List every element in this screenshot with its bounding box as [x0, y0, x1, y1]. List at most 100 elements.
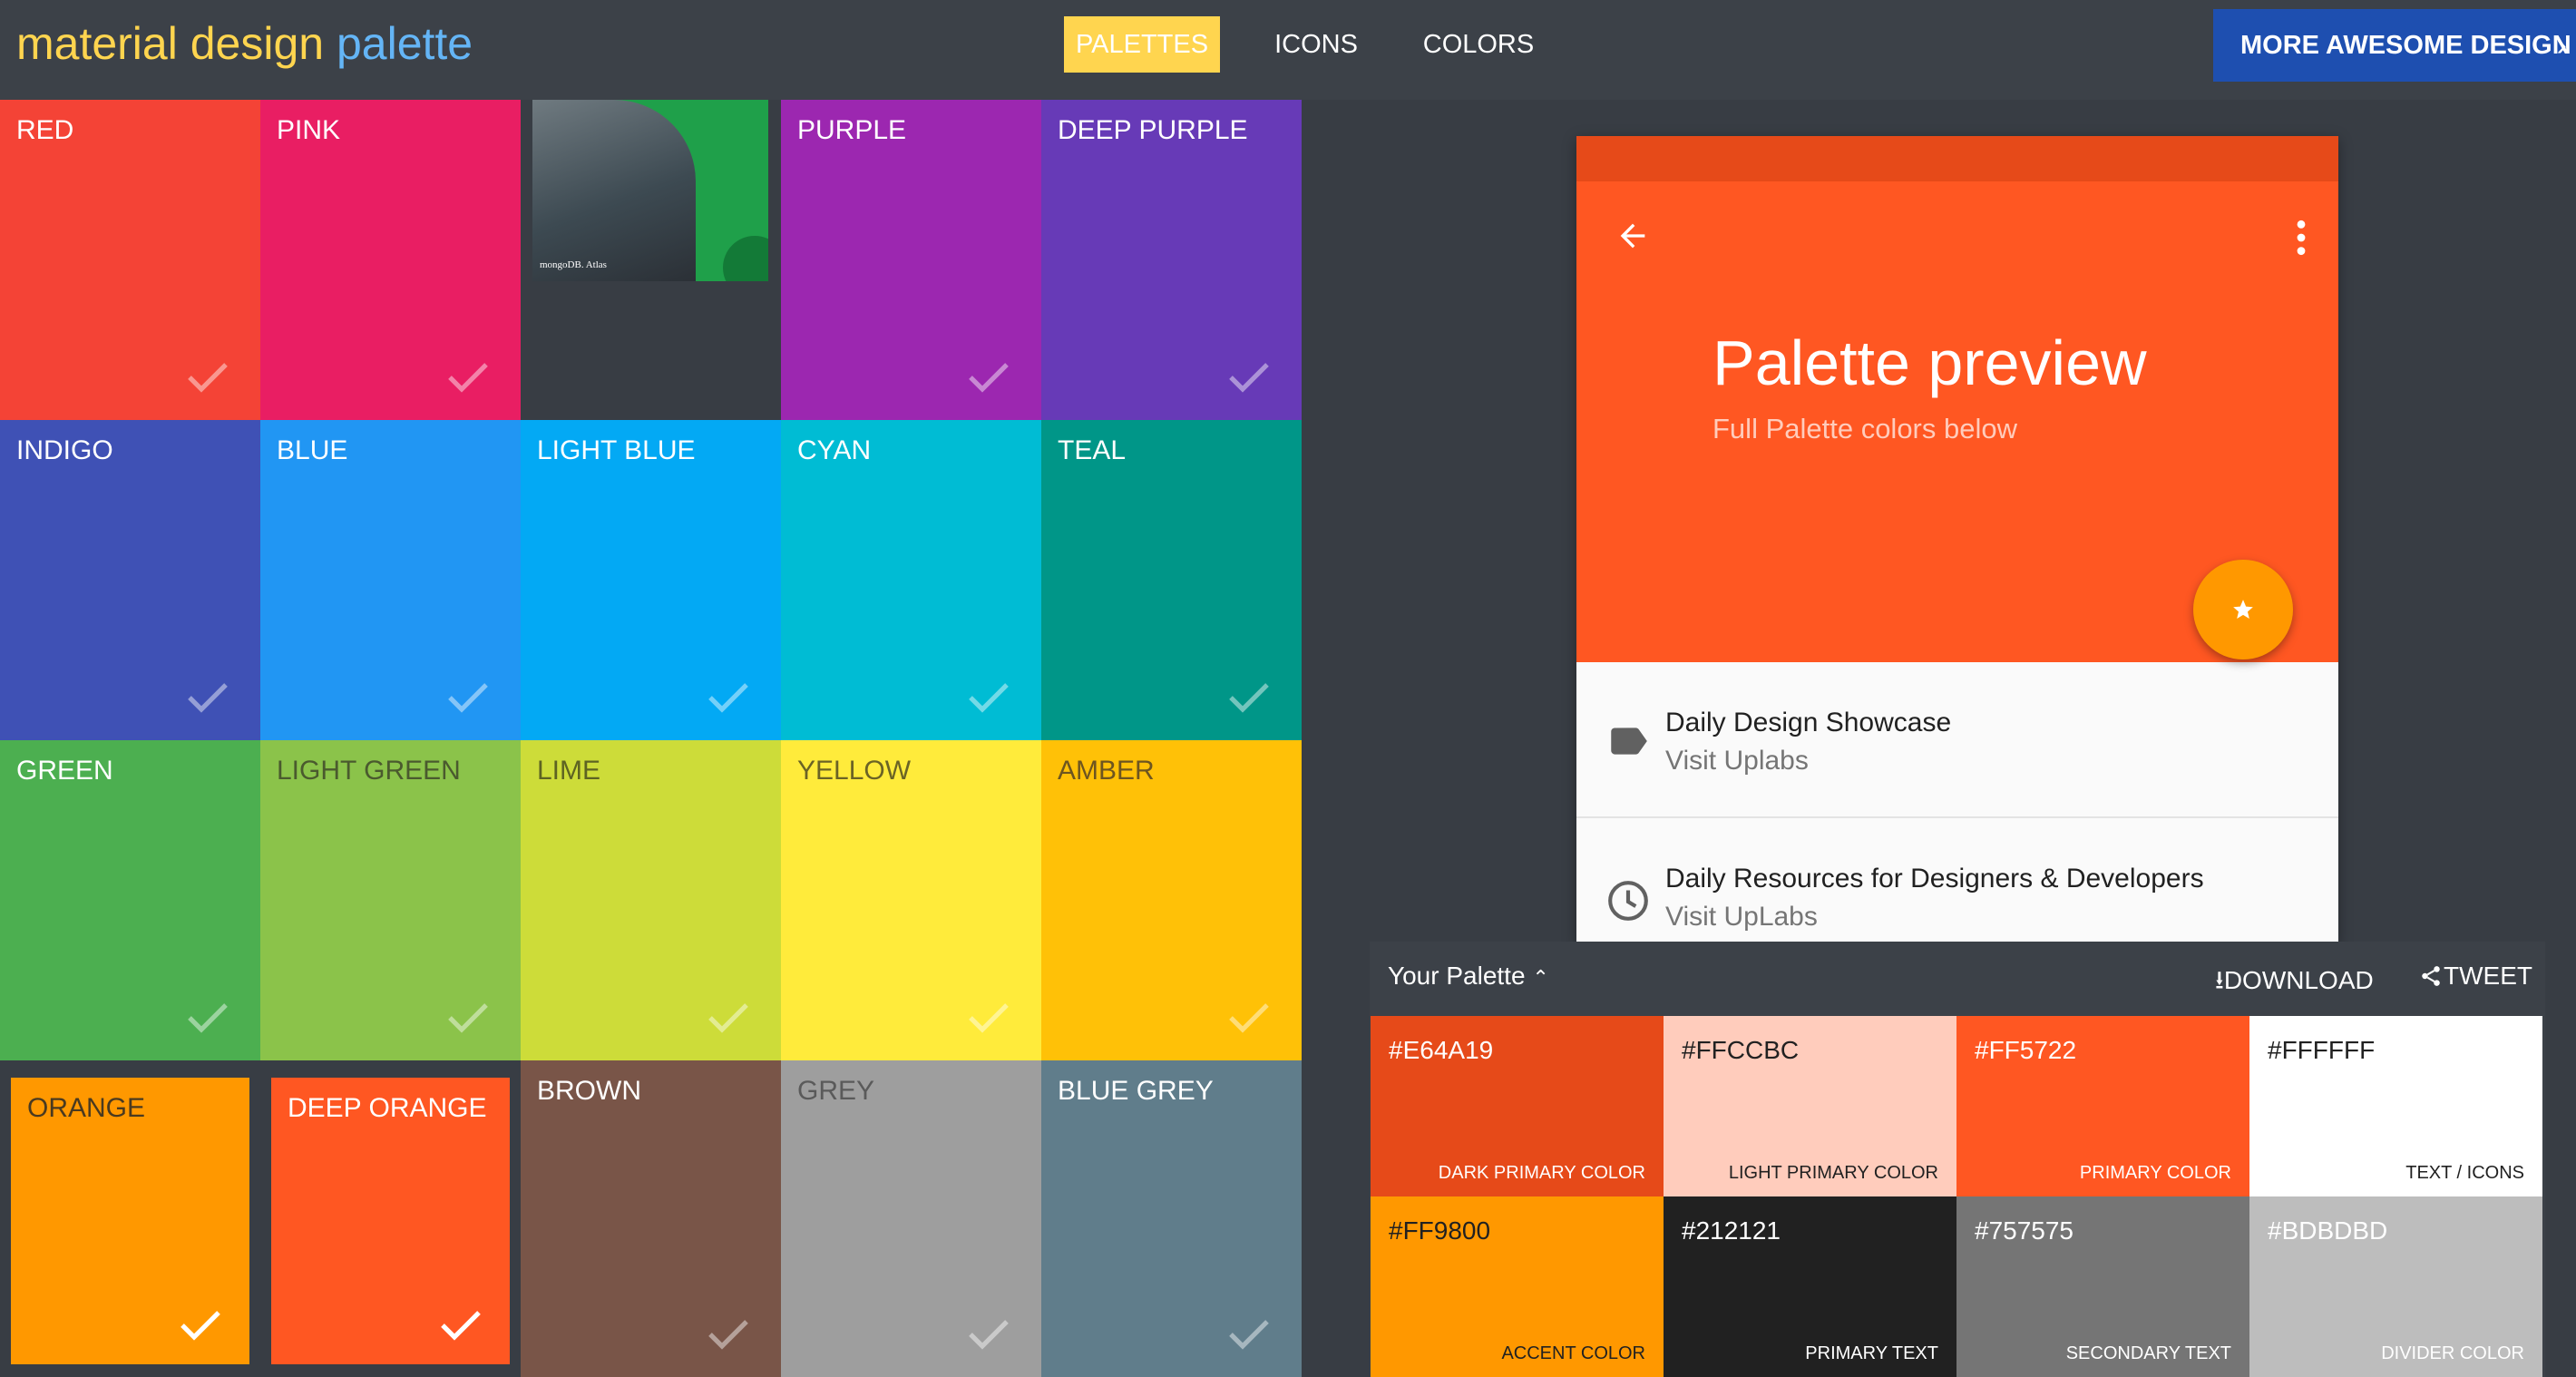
color-tile-teal[interactable]: TEAL — [1041, 420, 1302, 740]
palette-swatch[interactable]: #FF5722 PRIMARY COLOR — [1956, 1016, 2249, 1196]
color-tile-deep-purple[interactable]: DEEP PURPLE — [1041, 100, 1302, 420]
swatch-role: TEXT / ICONS — [2405, 1163, 2524, 1183]
color-tile-label: RED — [16, 115, 74, 145]
ad-corner-shape — [723, 236, 768, 281]
favorite-fab-button[interactable] — [2193, 560, 2293, 659]
check-icon — [969, 683, 1009, 713]
nav-colors[interactable]: COLORS — [1415, 16, 1542, 73]
color-tile-label: GREEN — [16, 756, 113, 786]
ad-brand-logo: mongoDB. Atlas — [540, 259, 607, 270]
more-awesome-design-button[interactable]: MORE AWESOME DESIGN › — [2213, 9, 2576, 82]
color-tile-lime[interactable]: LIME — [521, 740, 781, 1060]
color-tile-orange[interactable]: ORANGE — [11, 1078, 249, 1364]
top-header: material design palette PALETTES ICONS C… — [0, 0, 2576, 100]
swatch-hex: #E64A19 — [1389, 1036, 1494, 1064]
color-tile-label: PINK — [277, 115, 341, 145]
palette-swatch[interactable]: #FF9800 ACCENT COLOR — [1371, 1196, 1664, 1377]
nav-icons[interactable]: ICONS — [1261, 16, 1371, 73]
color-tile-label: TEAL — [1058, 435, 1127, 465]
swatch-role: SECONDARY TEXT — [2065, 1343, 2231, 1363]
ad-photo — [532, 100, 696, 281]
palette-swatch[interactable]: #FFFFFF TEXT / ICONS — [2249, 1016, 2542, 1196]
color-tile-deep-orange[interactable]: DEEP ORANGE — [271, 1078, 510, 1364]
swatch-hex: #FF9800 — [1389, 1216, 1491, 1245]
swatch-hex: #212121 — [1682, 1216, 1781, 1245]
color-tile-light-blue[interactable]: LIGHT BLUE — [521, 420, 781, 740]
check-icon — [708, 1320, 748, 1350]
palette-swatch[interactable]: #BDBDBD DIVIDER COLOR — [2249, 1196, 2542, 1377]
download-label: DOWNLOAD — [2223, 966, 2374, 994]
color-tile-label: CYAN — [797, 435, 872, 465]
preview-status-bar — [1576, 136, 2338, 181]
download-icon: ⭳ — [2215, 966, 2224, 994]
swatch-hex: #FFCCBC — [1682, 1036, 1800, 1064]
swatch-role: DIVIDER COLOR — [2381, 1343, 2524, 1363]
nav-palettes[interactable]: PALETTES — [1064, 16, 1220, 73]
site-logo[interactable]: material design palette — [16, 16, 473, 71]
your-palette-toggle[interactable]: Your Palette ⌃ — [1388, 962, 1549, 991]
preview-subtitle: Full Palette colors below — [1712, 413, 2017, 444]
check-icon — [1229, 683, 1269, 713]
tweet-label: TWEET — [2444, 962, 2532, 990]
color-tile-indigo[interactable]: INDIGO — [0, 420, 260, 740]
check-icon — [188, 1003, 228, 1033]
check-icon — [969, 363, 1009, 393]
check-icon — [969, 1003, 1009, 1033]
color-tile-amber[interactable]: AMBER — [1041, 740, 1302, 1060]
sponsor-ad[interactable]: mongoDB. Atlas — [532, 100, 768, 281]
palette-swatch[interactable]: #E64A19 DARK PRIMARY COLOR — [1371, 1016, 1664, 1196]
check-icon — [1229, 363, 1269, 393]
download-button[interactable]: ⭳DOWNLOAD — [2215, 962, 2374, 1005]
color-tile-label: LIME — [537, 756, 601, 786]
tweet-button[interactable]: TWEET — [2418, 962, 2532, 991]
color-tile-label: DEEP PURPLE — [1058, 115, 1248, 145]
color-tile-light-green[interactable]: LIGHT GREEN — [260, 740, 521, 1060]
color-tile-label: LIGHT BLUE — [537, 435, 696, 465]
list-item-subtitle: Visit Uplabs — [1665, 746, 1809, 776]
color-tile-cyan[interactable]: CYAN — [781, 420, 1041, 740]
check-icon — [441, 1311, 481, 1341]
color-tile-brown[interactable]: BROWN — [521, 1060, 781, 1377]
your-palette-title: Your Palette — [1388, 962, 1526, 990]
chevron-right-icon: › — [2556, 28, 2567, 63]
list-item-title: Daily Design Showcase — [1665, 708, 1952, 737]
list-item-subtitle: Visit UpLabs — [1665, 902, 1818, 932]
list-item-title: Daily Resources for Designers & Develope… — [1665, 864, 2204, 894]
color-tile-yellow[interactable]: YELLOW — [781, 740, 1041, 1060]
more-awesome-design-label: MORE AWESOME DESIGN — [2240, 31, 2571, 60]
check-icon — [448, 363, 488, 393]
palette-panel-header: Your Palette ⌃ ⭳DOWNLOAD TWEET — [1370, 942, 2545, 1016]
swatch-role: LIGHT PRIMARY COLOR — [1728, 1163, 1938, 1183]
color-tile-blue[interactable]: BLUE — [260, 420, 521, 740]
color-tile-pink[interactable]: PINK — [260, 100, 521, 420]
swatch-role: ACCENT COLOR — [1501, 1343, 1645, 1363]
color-tile-label: PURPLE — [797, 115, 907, 145]
list-item[interactable]: Daily Resources for Designers & Develope… — [1576, 820, 2338, 943]
check-icon — [181, 1311, 220, 1341]
color-tile-grey[interactable]: GREY — [781, 1060, 1041, 1377]
more-vert-icon[interactable] — [2295, 218, 2308, 258]
star-icon — [2233, 600, 2253, 619]
palette-swatch[interactable]: #212121 PRIMARY TEXT — [1664, 1196, 1956, 1377]
color-tile-green[interactable]: GREEN — [0, 740, 260, 1060]
preview-title: Palette preview — [1712, 327, 2147, 398]
color-tile-label: BLUE GREY — [1058, 1076, 1214, 1106]
color-tile-purple[interactable]: PURPLE — [781, 100, 1041, 420]
label-icon — [1611, 728, 1647, 755]
swatch-role: PRIMARY TEXT — [1805, 1343, 1938, 1363]
color-tile-red[interactable]: RED — [0, 100, 260, 420]
color-tile-label: ORANGE — [27, 1093, 146, 1123]
swatch-role: PRIMARY COLOR — [2079, 1163, 2231, 1183]
color-tile-label: DEEP ORANGE — [288, 1093, 487, 1123]
check-icon — [188, 363, 228, 393]
swatch-role: DARK PRIMARY COLOR — [1438, 1163, 1645, 1183]
color-tile-label: BROWN — [537, 1076, 641, 1106]
check-icon — [1229, 1003, 1269, 1033]
palette-swatch[interactable]: #757575 SECONDARY TEXT — [1956, 1196, 2249, 1377]
list-item[interactable]: Daily Design Showcase Visit Uplabs — [1576, 662, 2338, 818]
palette-swatch[interactable]: #FFCCBC LIGHT PRIMARY COLOR — [1664, 1016, 1956, 1196]
check-icon — [448, 1003, 488, 1033]
arrow-back-icon[interactable] — [1615, 218, 1651, 254]
clock-icon — [1608, 881, 1648, 921]
color-tile-blue-grey[interactable]: BLUE GREY — [1041, 1060, 1302, 1377]
